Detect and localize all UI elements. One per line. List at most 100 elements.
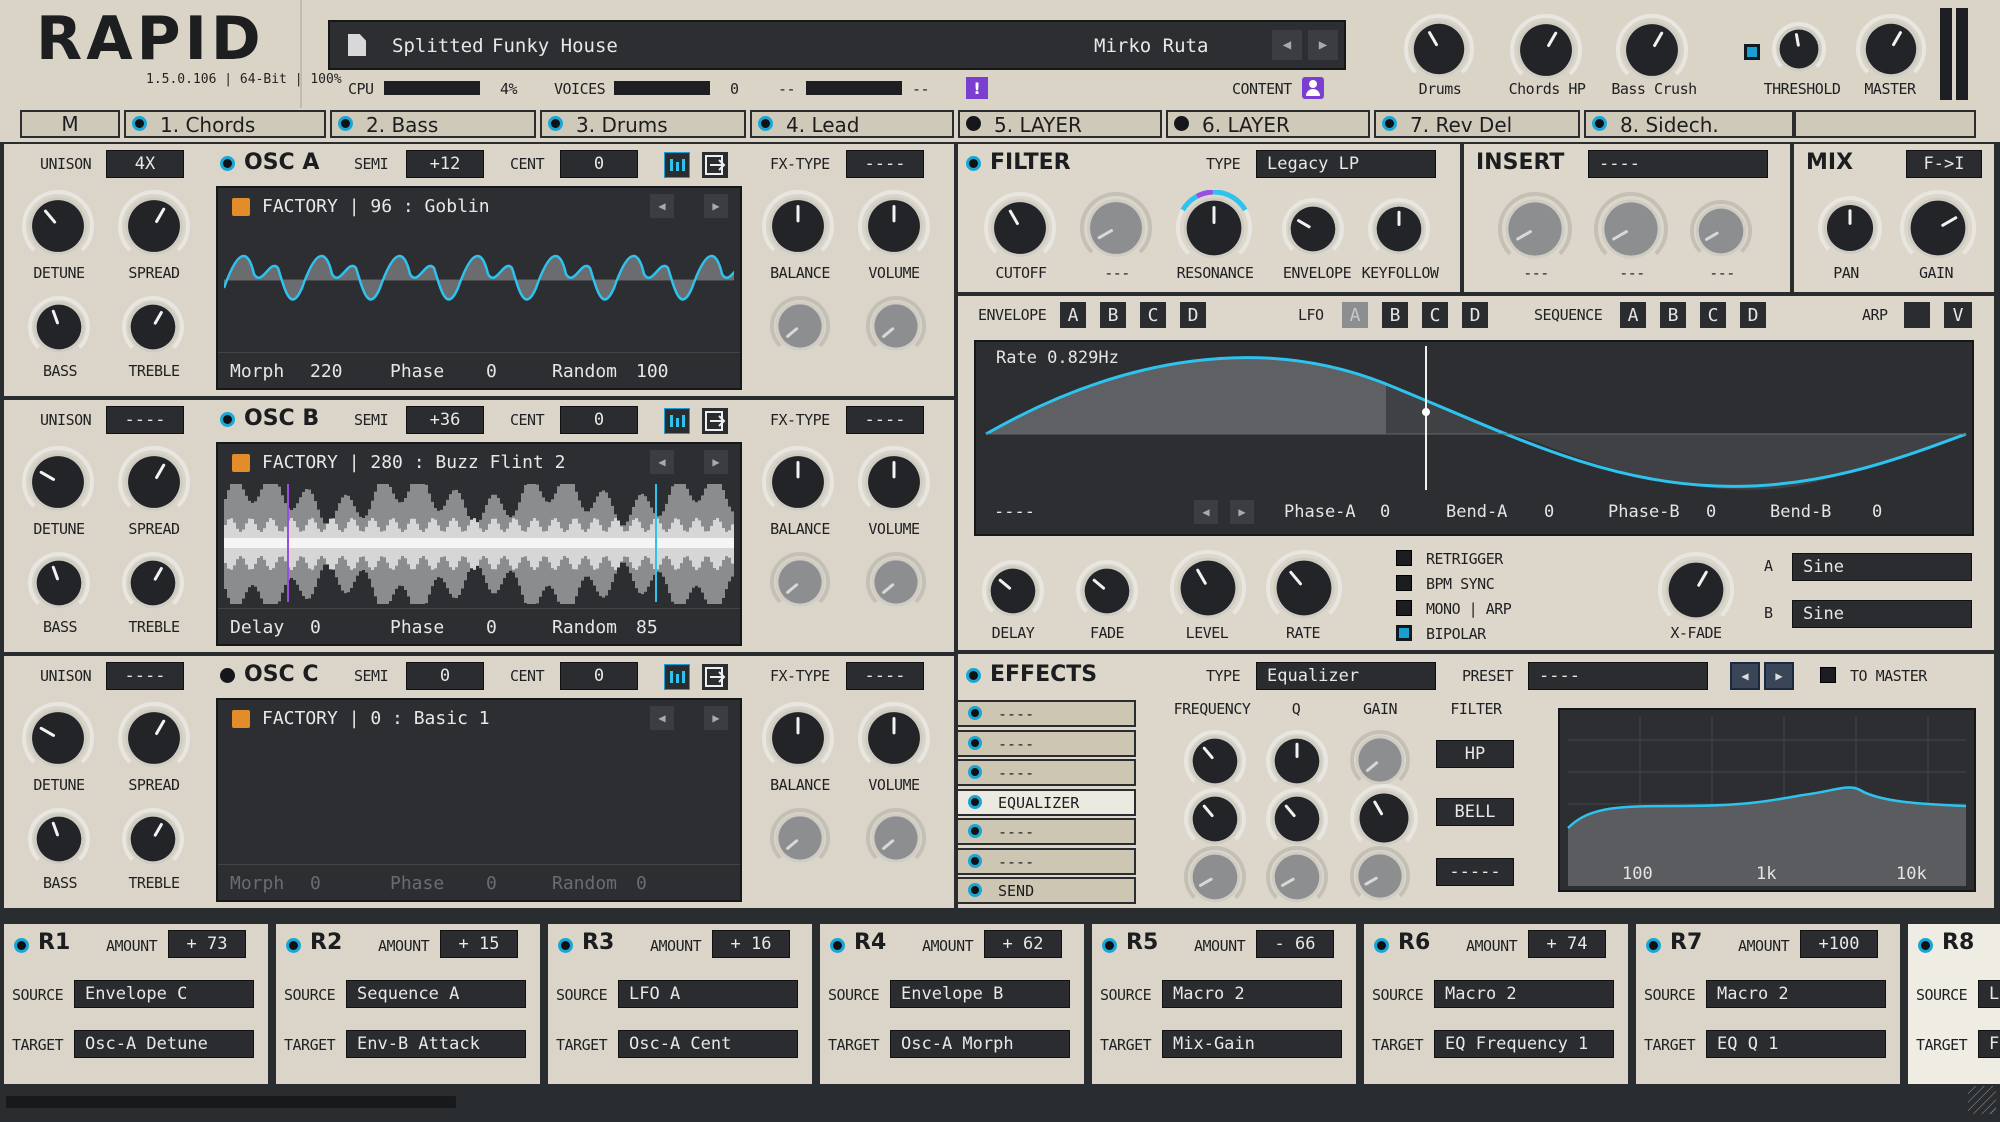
layer-tab-1-led[interactable] bbox=[132, 116, 147, 131]
detune-knob[interactable] bbox=[22, 446, 94, 518]
effects-power-led[interactable] bbox=[966, 668, 981, 683]
param-1-value[interactable]: 0 bbox=[310, 617, 321, 638]
wavetable-next-button[interactable]: ▶ bbox=[704, 194, 728, 218]
cent-field[interactable]: 0 bbox=[560, 150, 638, 178]
wavetable-prev-button[interactable]: ◀ bbox=[650, 706, 674, 730]
fade-knob[interactable] bbox=[1076, 560, 1138, 622]
routing-2-led[interactable] bbox=[286, 938, 301, 953]
wavetable-prev-button[interactable]: ◀ bbox=[650, 194, 674, 218]
effects-preset-next-button[interactable]: ▶ bbox=[1764, 662, 1794, 690]
wavetable-display[interactable]: FACTORY | 280 : Buzz Flint 2 ◀ ▶ Delay 0 Phas… bbox=[216, 442, 742, 646]
eq-frequency-2-knob[interactable] bbox=[1184, 788, 1246, 850]
cutoff-knob[interactable] bbox=[984, 192, 1056, 264]
routing-5-target[interactable]: Mix-Gain bbox=[1162, 1030, 1342, 1058]
routing-5-amount[interactable]: - 66 bbox=[1256, 930, 1334, 958]
balance-knob[interactable] bbox=[762, 190, 834, 262]
osc-power-led[interactable] bbox=[220, 668, 235, 683]
balance-knob[interactable] bbox=[762, 702, 834, 774]
lfo-c-button[interactable]: C bbox=[1422, 302, 1448, 328]
effects-preset-prev-button[interactable]: ◀ bbox=[1730, 662, 1760, 690]
layer-tab-6[interactable]: 6. LAYER bbox=[1166, 110, 1370, 138]
eq-frequency-3-knob[interactable] bbox=[1184, 846, 1246, 908]
envelope-amount-knob[interactable] bbox=[1282, 198, 1344, 260]
preset-next-button[interactable]: ▶ bbox=[1308, 30, 1338, 60]
fx-slot-2[interactable]: ---- bbox=[956, 729, 1136, 757]
threshold-led[interactable] bbox=[1744, 44, 1760, 60]
wavetable-edit-icon[interactable] bbox=[664, 664, 690, 690]
lfo-d-button[interactable]: D bbox=[1462, 302, 1488, 328]
layer-tab-4-led[interactable] bbox=[758, 116, 773, 131]
lfo-shape-select[interactable]: ---- bbox=[994, 502, 1035, 522]
macro-knob-master[interactable] bbox=[1856, 14, 1926, 84]
effects-preset-select[interactable]: ---- bbox=[1528, 662, 1708, 690]
sequence-d-button[interactable]: D bbox=[1740, 302, 1766, 328]
layer-tab-6-led[interactable] bbox=[1174, 116, 1189, 131]
eq-filter-2-select[interactable]: BELL bbox=[1436, 798, 1514, 826]
treble-knob[interactable] bbox=[122, 808, 184, 870]
eq-gain-2-knob[interactable] bbox=[1350, 784, 1418, 852]
arp-toggle[interactable] bbox=[1904, 302, 1930, 328]
fx-slot-5[interactable]: ---- bbox=[956, 818, 1136, 845]
fx-slot-6-led[interactable] bbox=[968, 853, 982, 868]
fx-slot-7[interactable]: SEND bbox=[956, 877, 1136, 904]
balance-knob[interactable] bbox=[762, 446, 834, 518]
spread-knob[interactable] bbox=[118, 702, 190, 774]
lfo-display[interactable]: Rate 0.829Hz ---- ◀ ▶ Phase-A 0 Bend-A 0… bbox=[974, 340, 1974, 536]
layer-tab-3[interactable]: 3. Drums bbox=[540, 110, 746, 138]
bass-knob[interactable] bbox=[28, 552, 90, 614]
layer-tab-7-led[interactable] bbox=[1382, 116, 1397, 131]
semi-field[interactable]: +12 bbox=[406, 150, 484, 178]
preset-bar[interactable]: Splitted Funky House Mirko Ruta ◀ ▶ bbox=[328, 20, 1346, 70]
fx-slot-3[interactable]: ---- bbox=[956, 759, 1136, 786]
eq-gain-1-knob[interactable] bbox=[1350, 730, 1410, 790]
unison-select[interactable]: 4X bbox=[106, 150, 184, 178]
wavetable-next-button[interactable]: ▶ bbox=[704, 450, 728, 474]
param-1-value[interactable]: 220 bbox=[310, 361, 343, 382]
to-master-checkbox[interactable] bbox=[1820, 667, 1836, 683]
routing-4-source[interactable]: Envelope B bbox=[890, 980, 1070, 1008]
routing-8-led[interactable] bbox=[1918, 938, 1933, 953]
layer-tab-4[interactable]: 4. Lead bbox=[750, 110, 954, 138]
wavetable-edit-icon[interactable] bbox=[664, 408, 690, 434]
param-1-value[interactable]: 0 bbox=[310, 873, 321, 894]
param-2-value[interactable]: 0 bbox=[486, 617, 497, 638]
pan-knob[interactable] bbox=[1818, 196, 1882, 260]
export-icon[interactable] bbox=[702, 408, 728, 434]
wavetable-edit-icon[interactable] bbox=[664, 152, 690, 178]
insert-knob-2[interactable] bbox=[1594, 192, 1668, 266]
preset-prev-button[interactable]: ◀ bbox=[1272, 30, 1302, 60]
fx-slot-5-led[interactable] bbox=[968, 824, 982, 838]
param-3-value[interactable]: 0 bbox=[636, 873, 647, 894]
envelope-c-button[interactable]: C bbox=[1140, 302, 1166, 328]
eq-curve-display[interactable]: 100 1k 10k bbox=[1558, 708, 1976, 892]
semi-field[interactable]: +36 bbox=[406, 406, 484, 434]
filter-power-led[interactable] bbox=[966, 156, 981, 171]
mix-mode-select[interactable]: F->I bbox=[1906, 150, 1982, 178]
insert-type-select[interactable]: ---- bbox=[1588, 150, 1768, 178]
shape-b-select[interactable]: Sine bbox=[1792, 600, 1972, 628]
sequence-a-button[interactable]: A bbox=[1620, 302, 1646, 328]
routing-6-target[interactable]: EQ Frequency 1 bbox=[1434, 1030, 1614, 1058]
eq-filter-1-select[interactable]: HP bbox=[1436, 740, 1514, 768]
layer-tab-5[interactable]: 5. LAYER bbox=[958, 110, 1162, 138]
routing-3-amount[interactable]: + 16 bbox=[712, 930, 790, 958]
wavetable-display[interactable]: FACTORY | 0 : Basic 1 ◀ ▶ Morph 0 Phase 0 Rando… bbox=[216, 698, 742, 902]
routing-5-led[interactable] bbox=[1102, 938, 1117, 953]
wavetable-next-button[interactable]: ▶ bbox=[704, 706, 728, 730]
layer-tab-5-led[interactable] bbox=[966, 116, 981, 131]
routing-4-target[interactable]: Osc-A Morph bbox=[890, 1030, 1070, 1058]
param-3-value[interactable]: 100 bbox=[636, 361, 669, 382]
lfo-shape-next-button[interactable]: ▶ bbox=[1230, 500, 1254, 524]
x-fade-knob[interactable] bbox=[1658, 552, 1734, 628]
wavetable-display[interactable]: FACTORY | 96 : Goblin ◀ ▶ Morph 220 Phase 0 Ran… bbox=[216, 186, 772, 390]
treble-knob[interactable] bbox=[122, 552, 184, 614]
filter-knob-2[interactable] bbox=[1080, 192, 1152, 264]
delay-knob[interactable] bbox=[982, 560, 1044, 622]
detune-knob[interactable] bbox=[22, 190, 94, 262]
eq-q-2-knob[interactable] bbox=[1266, 788, 1328, 850]
fx-knob-1[interactable] bbox=[770, 808, 830, 868]
spread-knob[interactable] bbox=[118, 190, 190, 262]
routing-3-led[interactable] bbox=[558, 938, 573, 953]
filter-type-select[interactable]: Legacy LP bbox=[1256, 150, 1436, 178]
routing-1-target[interactable]: Osc-A Detune bbox=[74, 1030, 254, 1058]
